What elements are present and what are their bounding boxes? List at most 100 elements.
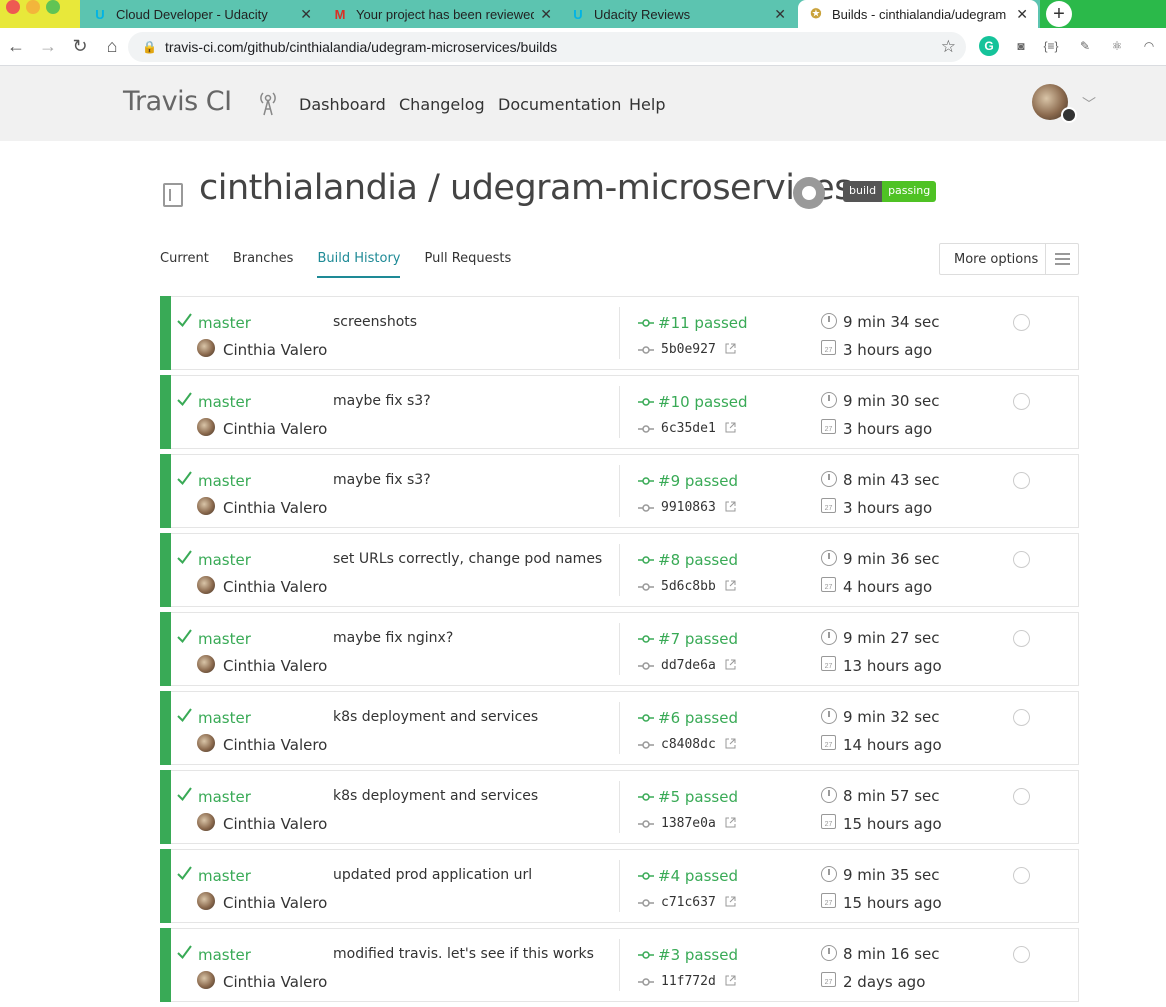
build-row[interactable]: master Cinthia Valero screenshots #11 pa… xyxy=(160,296,1079,370)
build-number[interactable]: #6 passed xyxy=(658,709,738,727)
home-icon[interactable]: ⌂ xyxy=(96,31,128,63)
commit-sha[interactable]: c8408dc xyxy=(661,737,716,752)
external-link-icon[interactable] xyxy=(725,501,736,512)
branch-name[interactable]: master xyxy=(198,472,251,490)
build-number[interactable]: #9 passed xyxy=(658,472,738,490)
close-tab-icon[interactable]: ✕ xyxy=(1016,6,1028,23)
build-row[interactable]: master Cinthia Valero k8s deployment and… xyxy=(160,770,1079,844)
react-icon[interactable]: ⚛ xyxy=(1107,36,1127,56)
branch-name[interactable]: master xyxy=(198,946,251,964)
branch-name[interactable]: master xyxy=(198,788,251,806)
commit-icon xyxy=(638,741,654,749)
tab-pull-requests[interactable]: Pull Requests xyxy=(424,251,511,278)
forward-icon[interactable]: → xyxy=(32,31,64,63)
nav-dashboard[interactable]: Dashboard xyxy=(299,95,386,114)
restart-build-icon[interactable] xyxy=(1013,709,1030,726)
build-row[interactable]: master Cinthia Valero updated prod appli… xyxy=(160,849,1079,923)
restart-build-icon[interactable] xyxy=(1013,314,1030,331)
branch-name[interactable]: master xyxy=(198,867,251,885)
branch-name[interactable]: master xyxy=(198,630,251,648)
broadcast-icon[interactable] xyxy=(257,90,279,116)
close-tab-icon[interactable]: ✕ xyxy=(540,6,552,23)
branch-name[interactable]: master xyxy=(198,314,251,332)
restart-build-icon[interactable] xyxy=(1013,472,1030,489)
github-icon[interactable] xyxy=(793,177,825,209)
check-icon xyxy=(177,787,192,802)
branch-name[interactable]: master xyxy=(198,393,251,411)
build-row[interactable]: master Cinthia Valero modified travis. l… xyxy=(160,928,1079,1002)
external-link-icon[interactable] xyxy=(725,817,736,828)
external-link-icon[interactable] xyxy=(725,580,736,591)
eyedropper-icon[interactable]: ✎ xyxy=(1075,36,1095,56)
restart-build-icon[interactable] xyxy=(1013,630,1030,647)
commit-sha[interactable]: dd7de6a xyxy=(661,658,716,673)
close-tab-icon[interactable]: ✕ xyxy=(774,6,786,23)
build-status-badge[interactable]: build passing xyxy=(843,181,937,202)
tab-current[interactable]: Current xyxy=(160,251,209,278)
build-row[interactable]: master Cinthia Valero maybe fix s3? #9 p… xyxy=(160,454,1079,528)
build-row[interactable]: master Cinthia Valero set URLs correctly… xyxy=(160,533,1079,607)
nav-documentation[interactable]: Documentation xyxy=(498,95,621,114)
restart-build-icon[interactable] xyxy=(1013,946,1030,963)
commit-sha[interactable]: 5b0e927 xyxy=(661,342,716,357)
clock-icon xyxy=(821,392,837,408)
build-row[interactable]: master Cinthia Valero k8s deployment and… xyxy=(160,691,1079,765)
commit-sha[interactable]: 1387e0a xyxy=(661,816,716,831)
branch-name[interactable]: master xyxy=(198,551,251,569)
calendar-icon: 27 xyxy=(821,419,836,434)
json-icon[interactable]: {≡} xyxy=(1041,36,1061,56)
minimize-window-icon[interactable] xyxy=(26,0,40,14)
address-bar[interactable]: 🔒 travis-ci.com/github/cinthialandia/ude… xyxy=(128,32,966,62)
bookmark-star-icon[interactable]: ☆ xyxy=(941,37,956,57)
commit-sha[interactable]: 5d6c8bb xyxy=(661,579,716,594)
commit-sha[interactable]: 11f772d xyxy=(661,974,716,989)
build-number[interactable]: #3 passed xyxy=(658,946,738,964)
restart-build-icon[interactable] xyxy=(1013,393,1030,410)
clock-icon xyxy=(821,471,837,487)
external-link-icon[interactable] xyxy=(725,659,736,670)
commit-sha[interactable]: 9910863 xyxy=(661,500,716,515)
browser-tab-active[interactable]: ✪ Builds - cinthialandia/udegram ✕ xyxy=(798,0,1038,28)
branch-name[interactable]: master xyxy=(198,709,251,727)
calendar-icon: 27 xyxy=(821,340,836,355)
restart-build-icon[interactable] xyxy=(1013,551,1030,568)
build-number[interactable]: #5 passed xyxy=(658,788,738,806)
nav-help[interactable]: Help xyxy=(629,95,665,114)
build-number[interactable]: #7 passed xyxy=(658,630,738,648)
close-window-icon[interactable] xyxy=(6,0,20,14)
build-number[interactable]: #11 passed xyxy=(658,314,748,332)
tab-branches[interactable]: Branches xyxy=(233,251,294,278)
commit-sha[interactable]: 6c35de1 xyxy=(661,421,716,436)
camera-icon[interactable]: ◙ xyxy=(1011,36,1031,56)
restart-build-icon[interactable] xyxy=(1013,788,1030,805)
browser-tab-2[interactable]: M Your project has been reviewed ✕ xyxy=(322,0,562,28)
build-row[interactable]: master Cinthia Valero maybe fix s3? #10 … xyxy=(160,375,1079,449)
back-icon[interactable]: ← xyxy=(0,31,32,63)
reload-icon[interactable]: ↻ xyxy=(64,31,96,63)
chevron-down-icon[interactable]: ﹀ xyxy=(1082,94,1096,114)
close-tab-icon[interactable]: ✕ xyxy=(300,6,312,23)
build-number[interactable]: #8 passed xyxy=(658,551,738,569)
more-options-button[interactable]: More options xyxy=(939,243,1079,275)
clock-icon xyxy=(821,313,837,329)
external-link-icon[interactable] xyxy=(725,896,736,907)
restart-build-icon[interactable] xyxy=(1013,867,1030,884)
extension-icon[interactable]: ◠ xyxy=(1139,36,1159,56)
commit-sha[interactable]: c71c637 xyxy=(661,895,716,910)
browser-tab-1[interactable]: U Cloud Developer - Udacity ✕ xyxy=(82,0,322,28)
build-row[interactable]: master Cinthia Valero maybe fix nginx? #… xyxy=(160,612,1079,686)
build-number[interactable]: #10 passed xyxy=(658,393,748,411)
new-tab-button[interactable]: + xyxy=(1046,1,1072,27)
external-link-icon[interactable] xyxy=(725,975,736,986)
browser-tab-3[interactable]: U Udacity Reviews ✕ xyxy=(560,0,796,28)
avatar xyxy=(197,339,215,357)
external-link-icon[interactable] xyxy=(725,422,736,433)
build-number[interactable]: #4 passed xyxy=(658,867,738,885)
maximize-window-icon[interactable] xyxy=(46,0,60,14)
grammarly-icon[interactable]: G xyxy=(979,36,999,56)
travis-logo[interactable]: Travis CI xyxy=(123,86,232,117)
nav-changelog[interactable]: Changelog xyxy=(399,95,485,114)
external-link-icon[interactable] xyxy=(725,738,736,749)
tab-build-history[interactable]: Build History xyxy=(317,251,401,278)
external-link-icon[interactable] xyxy=(725,343,736,354)
